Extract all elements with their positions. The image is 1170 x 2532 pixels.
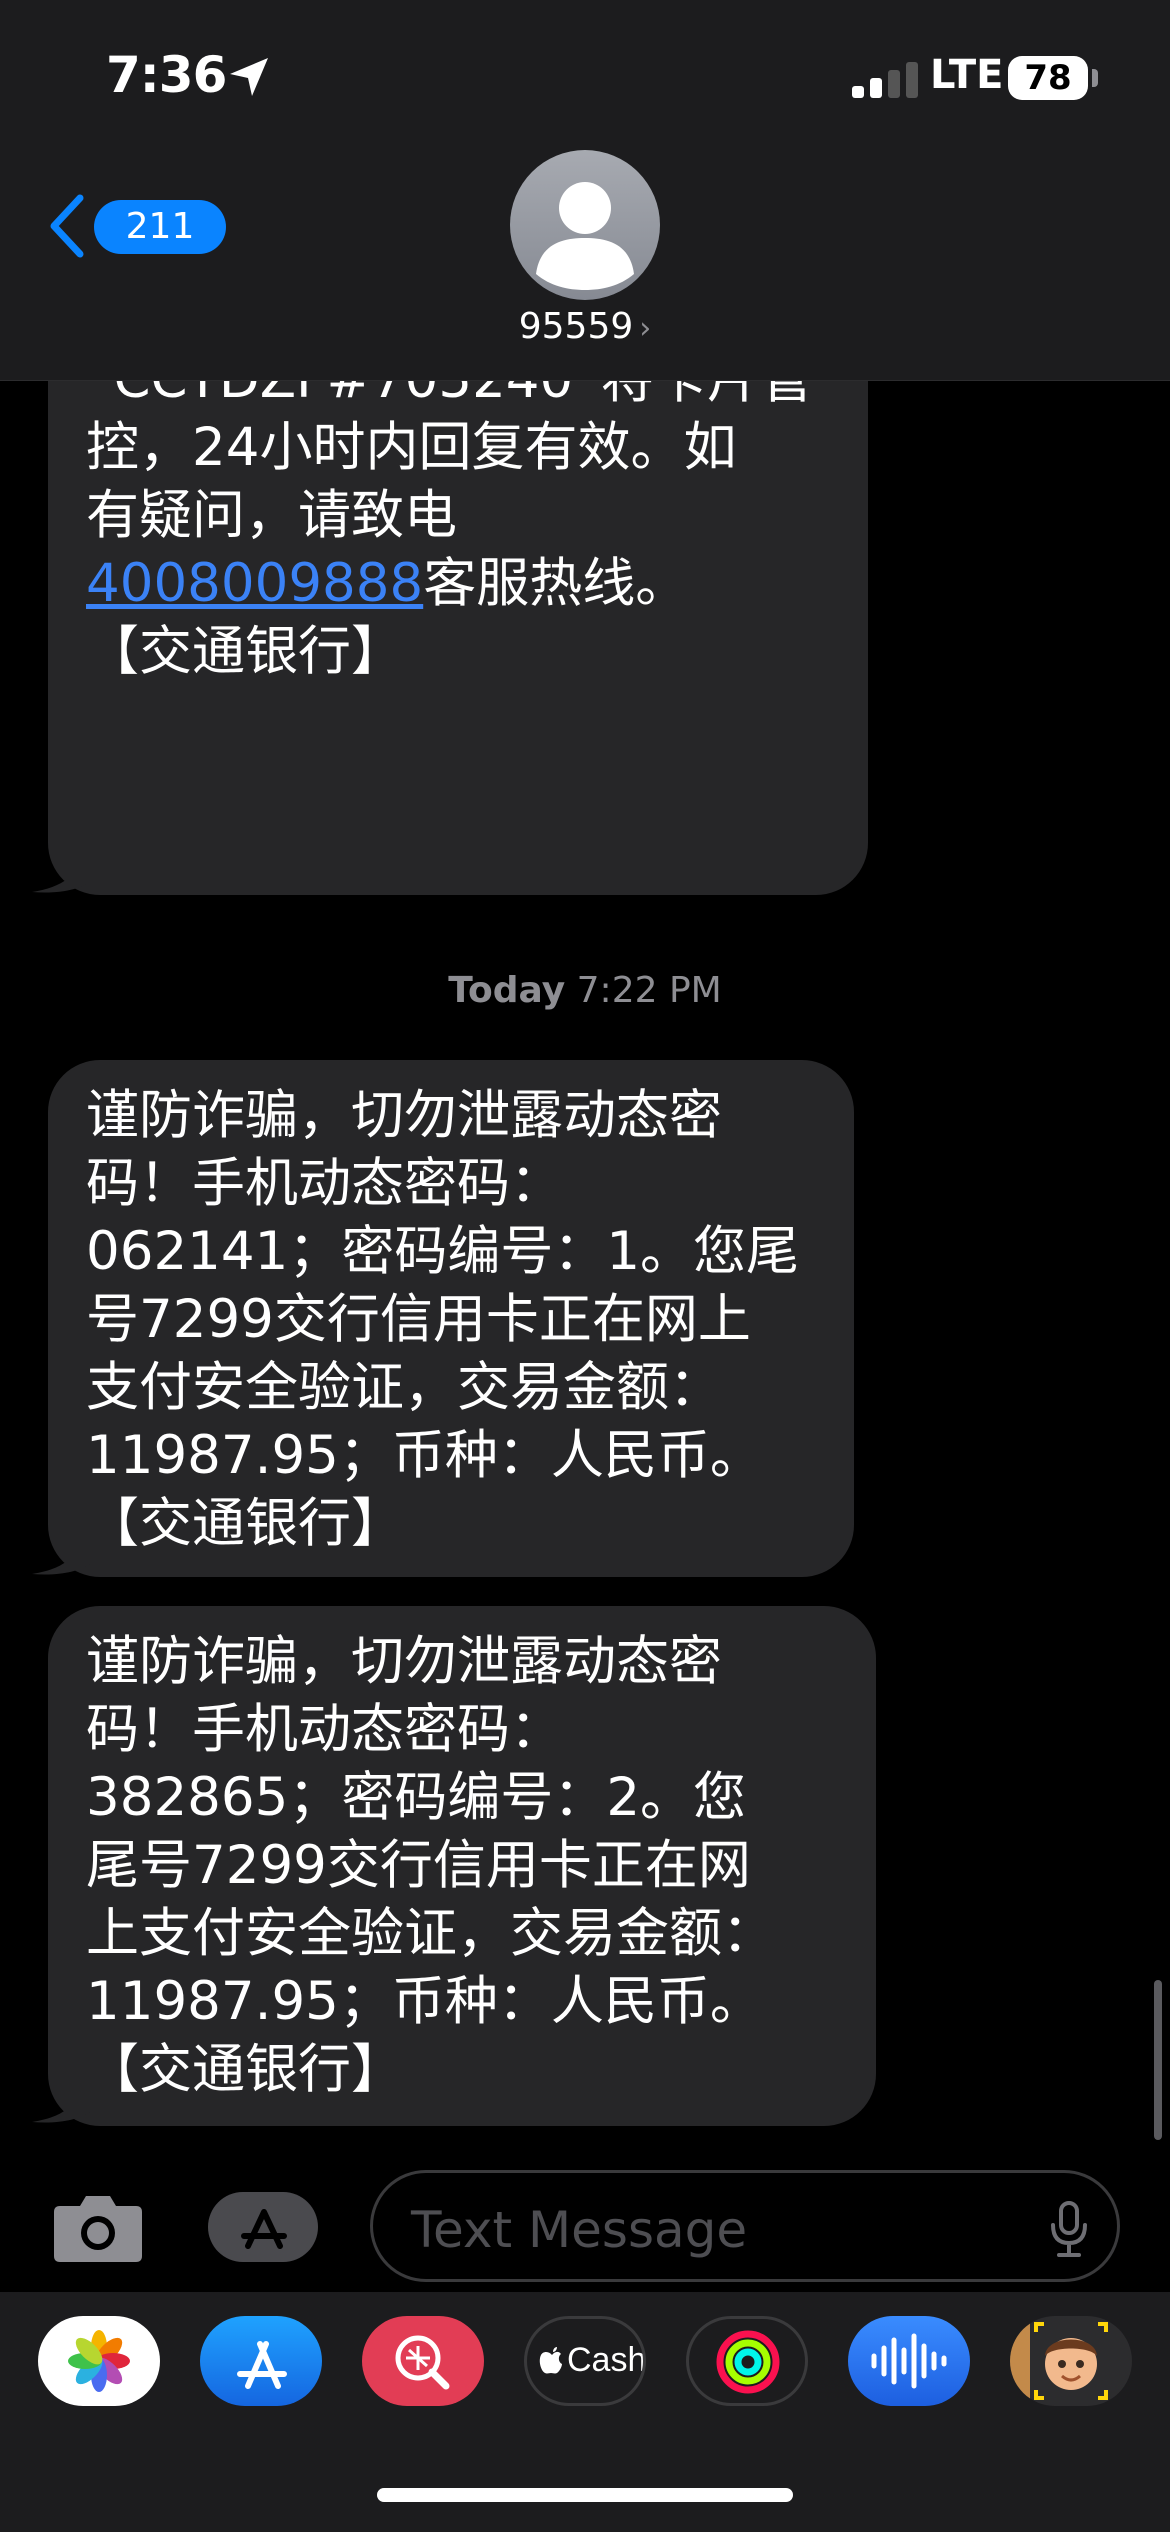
text-field-placeholder: Text Message <box>411 2201 748 2259</box>
message-text: 谨防诈骗，切勿泄露动态密 码！手机动态密码： 382865；密码编号：2。您 尾… <box>86 1631 775 2100</box>
memoji-icon[interactable] <box>1010 2316 1132 2406</box>
person-icon <box>536 182 634 290</box>
camera-icon[interactable] <box>52 2190 144 2264</box>
unread-count-badge: 211 <box>94 200 226 254</box>
bubble-tail <box>32 2078 90 2123</box>
scroll-indicator[interactable] <box>1154 1980 1162 2140</box>
audio-message-icon[interactable] <box>848 2316 970 2406</box>
status-time: 7:36 <box>106 46 227 104</box>
microphone-icon[interactable] <box>1049 2201 1089 2257</box>
activity-icon[interactable] <box>686 2316 808 2406</box>
message-bubble[interactable]: 谨防诈骗，切勿泄露动态密 码！手机动态密码： 062141；密码编号：1。您尾 … <box>48 1060 854 1577</box>
apple-cash-label: Cash <box>567 2341 646 2379</box>
app-store-icon <box>241 2209 287 2249</box>
location-arrow-icon <box>230 58 268 96</box>
battery-level: 78 <box>1024 58 1072 98</box>
bubble-tail <box>32 1530 90 1575</box>
home-indicator[interactable] <box>377 2488 793 2502</box>
chevron-right-icon: › <box>639 311 652 346</box>
chevron-left-icon <box>50 194 84 258</box>
phone-number-link[interactable]: 4008009888 <box>86 553 423 614</box>
photos-icon[interactable] <box>38 2316 160 2406</box>
contact-avatar[interactable] <box>510 150 660 300</box>
app-store-apps-button[interactable] <box>208 2192 318 2262</box>
contact-name[interactable]: 95559 › <box>0 306 1170 347</box>
status-bar: 7:36 LTE 78 <box>0 0 1170 150</box>
network-type: LTE <box>930 52 1004 98</box>
apple-cash-icon[interactable]: Cash <box>524 2316 646 2406</box>
signal-strength-icon <box>852 62 918 98</box>
app-store-icon[interactable] <box>200 2316 322 2406</box>
battery-icon: 78 <box>1008 56 1088 100</box>
message-bubble[interactable]: 谨防诈骗，切勿泄露动态密 码！手机动态密码： 382865；密码编号：2。您 尾… <box>48 1606 876 2126</box>
bubble-tail <box>32 848 90 893</box>
back-button[interactable]: 211 <box>48 190 226 260</box>
image-search-icon[interactable] <box>362 2316 484 2406</box>
message-text: 谨防诈骗，切勿泄露动态密 码！手机动态密码： 062141；密码编号：1。您尾 … <box>86 1085 800 1554</box>
battery-cap <box>1092 69 1098 87</box>
message-input-bar: Text Message <box>0 2150 1170 2300</box>
message-timestamp: Today 7:22 PM <box>448 970 722 1011</box>
text-message-input[interactable]: Text Message <box>370 2170 1120 2282</box>
